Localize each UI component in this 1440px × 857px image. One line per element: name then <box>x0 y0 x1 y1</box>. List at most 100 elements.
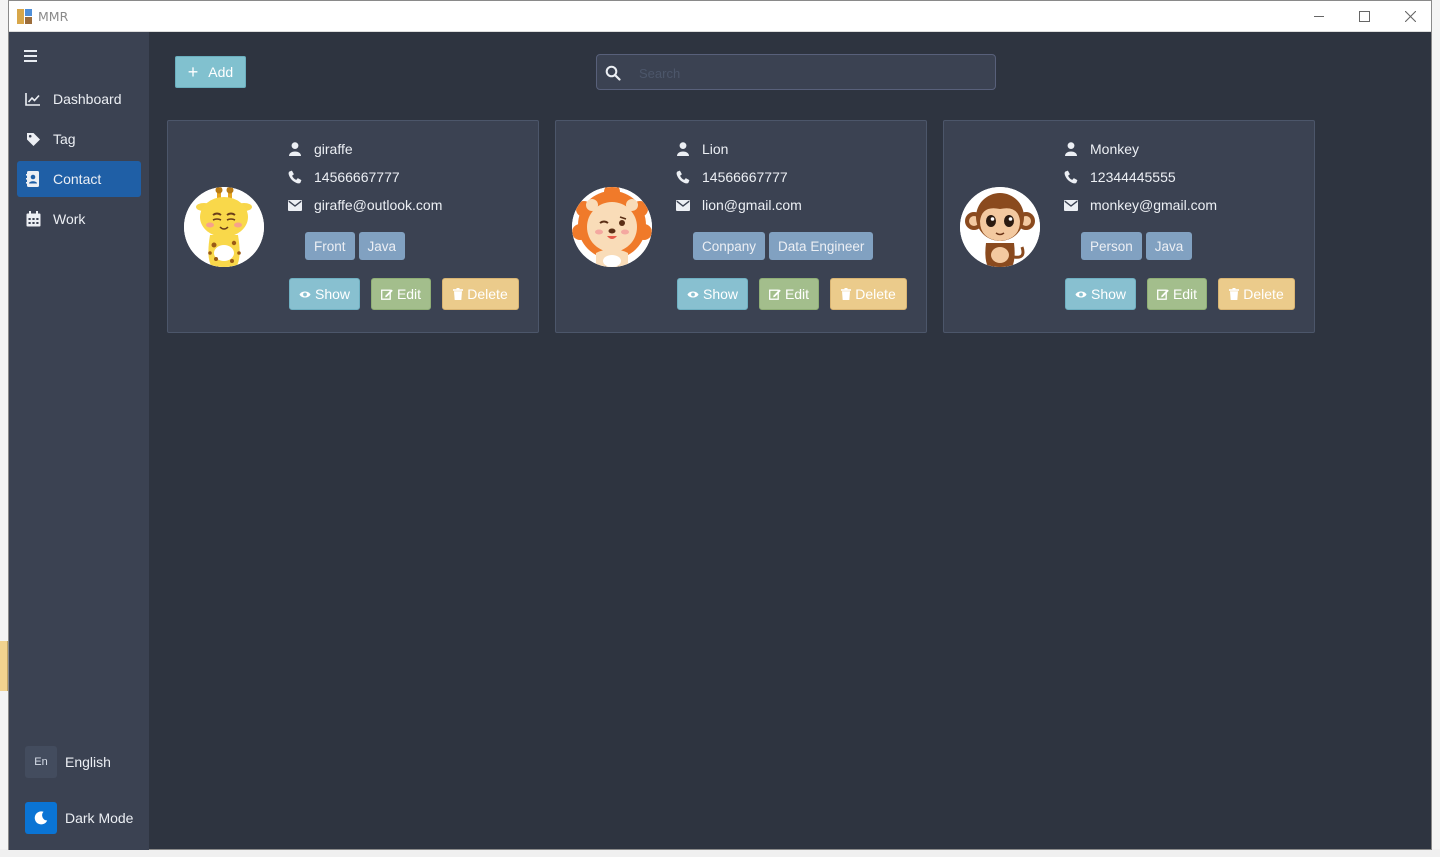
window-title: MMR <box>38 9 69 24</box>
eye-icon <box>687 290 699 299</box>
edit-button[interactable]: Edit <box>759 278 819 310</box>
edit-icon <box>380 288 393 300</box>
delete-button[interactable]: Delete <box>830 278 907 310</box>
contact-email: giraffe@outlook.com <box>314 197 443 213</box>
add-button-label: Add <box>208 64 234 80</box>
address-book-icon <box>25 171 41 187</box>
show-button[interactable]: Show <box>1065 278 1136 310</box>
contact-name: Lion <box>702 141 729 157</box>
edit-icon <box>768 288 781 300</box>
tag-badge: Java <box>1145 232 1193 260</box>
maximize-button[interactable] <box>1341 1 1387 32</box>
title-bar: MMR <box>9 1 1431 32</box>
contact-name-row: giraffe <box>288 141 353 157</box>
background-tab-fragment <box>0 641 8 691</box>
delete-button[interactable]: Delete <box>1218 278 1295 310</box>
background-window-edge-right <box>1432 0 1440 857</box>
close-icon <box>1404 11 1416 22</box>
show-button-label: Show <box>314 286 351 302</box>
contact-name-row: Monkey <box>1064 141 1139 157</box>
edit-button[interactable]: Edit <box>371 278 431 310</box>
show-button[interactable]: Show <box>677 278 748 310</box>
contact-phone: 14566667777 <box>314 169 400 185</box>
tag-list: Person Java <box>1081 232 1193 260</box>
edit-button-label: Edit <box>1172 286 1198 302</box>
phone-icon <box>288 170 302 184</box>
contact-phone-row: 12344445555 <box>1064 169 1176 185</box>
close-button[interactable] <box>1387 1 1433 32</box>
contact-email-row: giraffe@outlook.com <box>288 197 442 213</box>
contact-email: lion@gmail.com <box>702 197 802 213</box>
minimize-button[interactable] <box>1296 1 1342 32</box>
plus-icon: + <box>187 62 199 82</box>
card-actions: Show Edit Delete <box>1065 278 1295 310</box>
eye-icon <box>299 290 311 299</box>
language-switcher[interactable]: En English <box>25 746 111 778</box>
avatar <box>184 187 264 267</box>
app-window: MMR Dashboard Tag Contact Work En Englis… <box>8 0 1432 850</box>
user-icon <box>1064 142 1078 156</box>
envelope-icon <box>1064 198 1078 212</box>
tag-badge: Conpany <box>693 232 766 260</box>
sidebar-item-work[interactable]: Work <box>17 201 141 237</box>
monkey-avatar-icon <box>960 187 1040 267</box>
dark-mode-toggle[interactable]: Dark Mode <box>25 802 133 834</box>
show-button-label: Show <box>702 286 739 302</box>
language-badge[interactable]: En <box>25 746 57 778</box>
show-button[interactable]: Show <box>289 278 360 310</box>
delete-button-label: Delete <box>1243 286 1284 302</box>
contact-phone-row: 14566667777 <box>288 169 400 185</box>
sidebar-item-label: Contact <box>53 171 102 187</box>
hamburger-menu-icon[interactable] <box>24 50 38 62</box>
search-box <box>596 54 996 90</box>
sidebar-item-dashboard[interactable]: Dashboard <box>17 81 141 117</box>
delete-button[interactable]: Delete <box>442 278 519 310</box>
show-button-label: Show <box>1090 286 1127 302</box>
contact-phone-row: 14566667777 <box>676 169 788 185</box>
app-logo-icon <box>17 9 33 24</box>
background-window-edge-bottom <box>0 849 1440 857</box>
tag-badge: Data Engineer <box>769 232 874 260</box>
edit-button[interactable]: Edit <box>1147 278 1207 310</box>
tag-badge: Person <box>1081 232 1142 260</box>
add-button[interactable]: + Add <box>175 56 246 88</box>
tag-badge: Front <box>305 232 355 260</box>
eye-icon <box>1075 290 1087 299</box>
sidebar-item-label: Tag <box>53 131 76 147</box>
tag-list: Conpany Data Engineer <box>693 232 874 260</box>
tag-badge: Java <box>358 232 406 260</box>
search-input[interactable] <box>639 62 979 84</box>
edit-icon <box>1156 288 1169 300</box>
language-label: English <box>65 754 111 770</box>
giraffe-avatar-icon <box>184 187 264 267</box>
avatar <box>572 187 652 267</box>
sidebar-item-label: Dashboard <box>53 91 122 107</box>
search-icon <box>605 65 621 81</box>
delete-button-label: Delete <box>855 286 896 302</box>
user-icon <box>676 142 690 156</box>
phone-icon <box>676 170 690 184</box>
moon-icon[interactable] <box>25 802 57 834</box>
delete-button-label: Delete <box>467 286 508 302</box>
user-icon <box>288 142 302 156</box>
contact-card: giraffe 14566667777 giraffe@outlook.com … <box>167 120 539 333</box>
contact-phone: 12344445555 <box>1090 169 1176 185</box>
sidebar-item-label: Work <box>53 211 86 227</box>
edit-button-label: Edit <box>396 286 422 302</box>
calendar-icon <box>25 211 41 227</box>
envelope-icon <box>288 198 302 212</box>
trash-icon <box>841 288 852 300</box>
dark-mode-label: Dark Mode <box>65 810 134 826</box>
envelope-icon <box>676 198 690 212</box>
tag-list: Front Java <box>305 232 406 260</box>
contact-phone: 14566667777 <box>702 169 788 185</box>
contact-email-row: lion@gmail.com <box>676 197 802 213</box>
contact-name-row: Lion <box>676 141 728 157</box>
sidebar-item-contact[interactable]: Contact <box>17 161 141 197</box>
contact-email: monkey@gmail.com <box>1090 197 1218 213</box>
sidebar: Dashboard Tag Contact Work En English Da… <box>9 32 149 850</box>
sidebar-item-tag[interactable]: Tag <box>17 121 141 157</box>
contact-card: Lion 14566667777 lion@gmail.com Conpany … <box>555 120 927 333</box>
card-actions: Show Edit Delete <box>677 278 907 310</box>
lion-avatar-icon <box>572 187 652 267</box>
